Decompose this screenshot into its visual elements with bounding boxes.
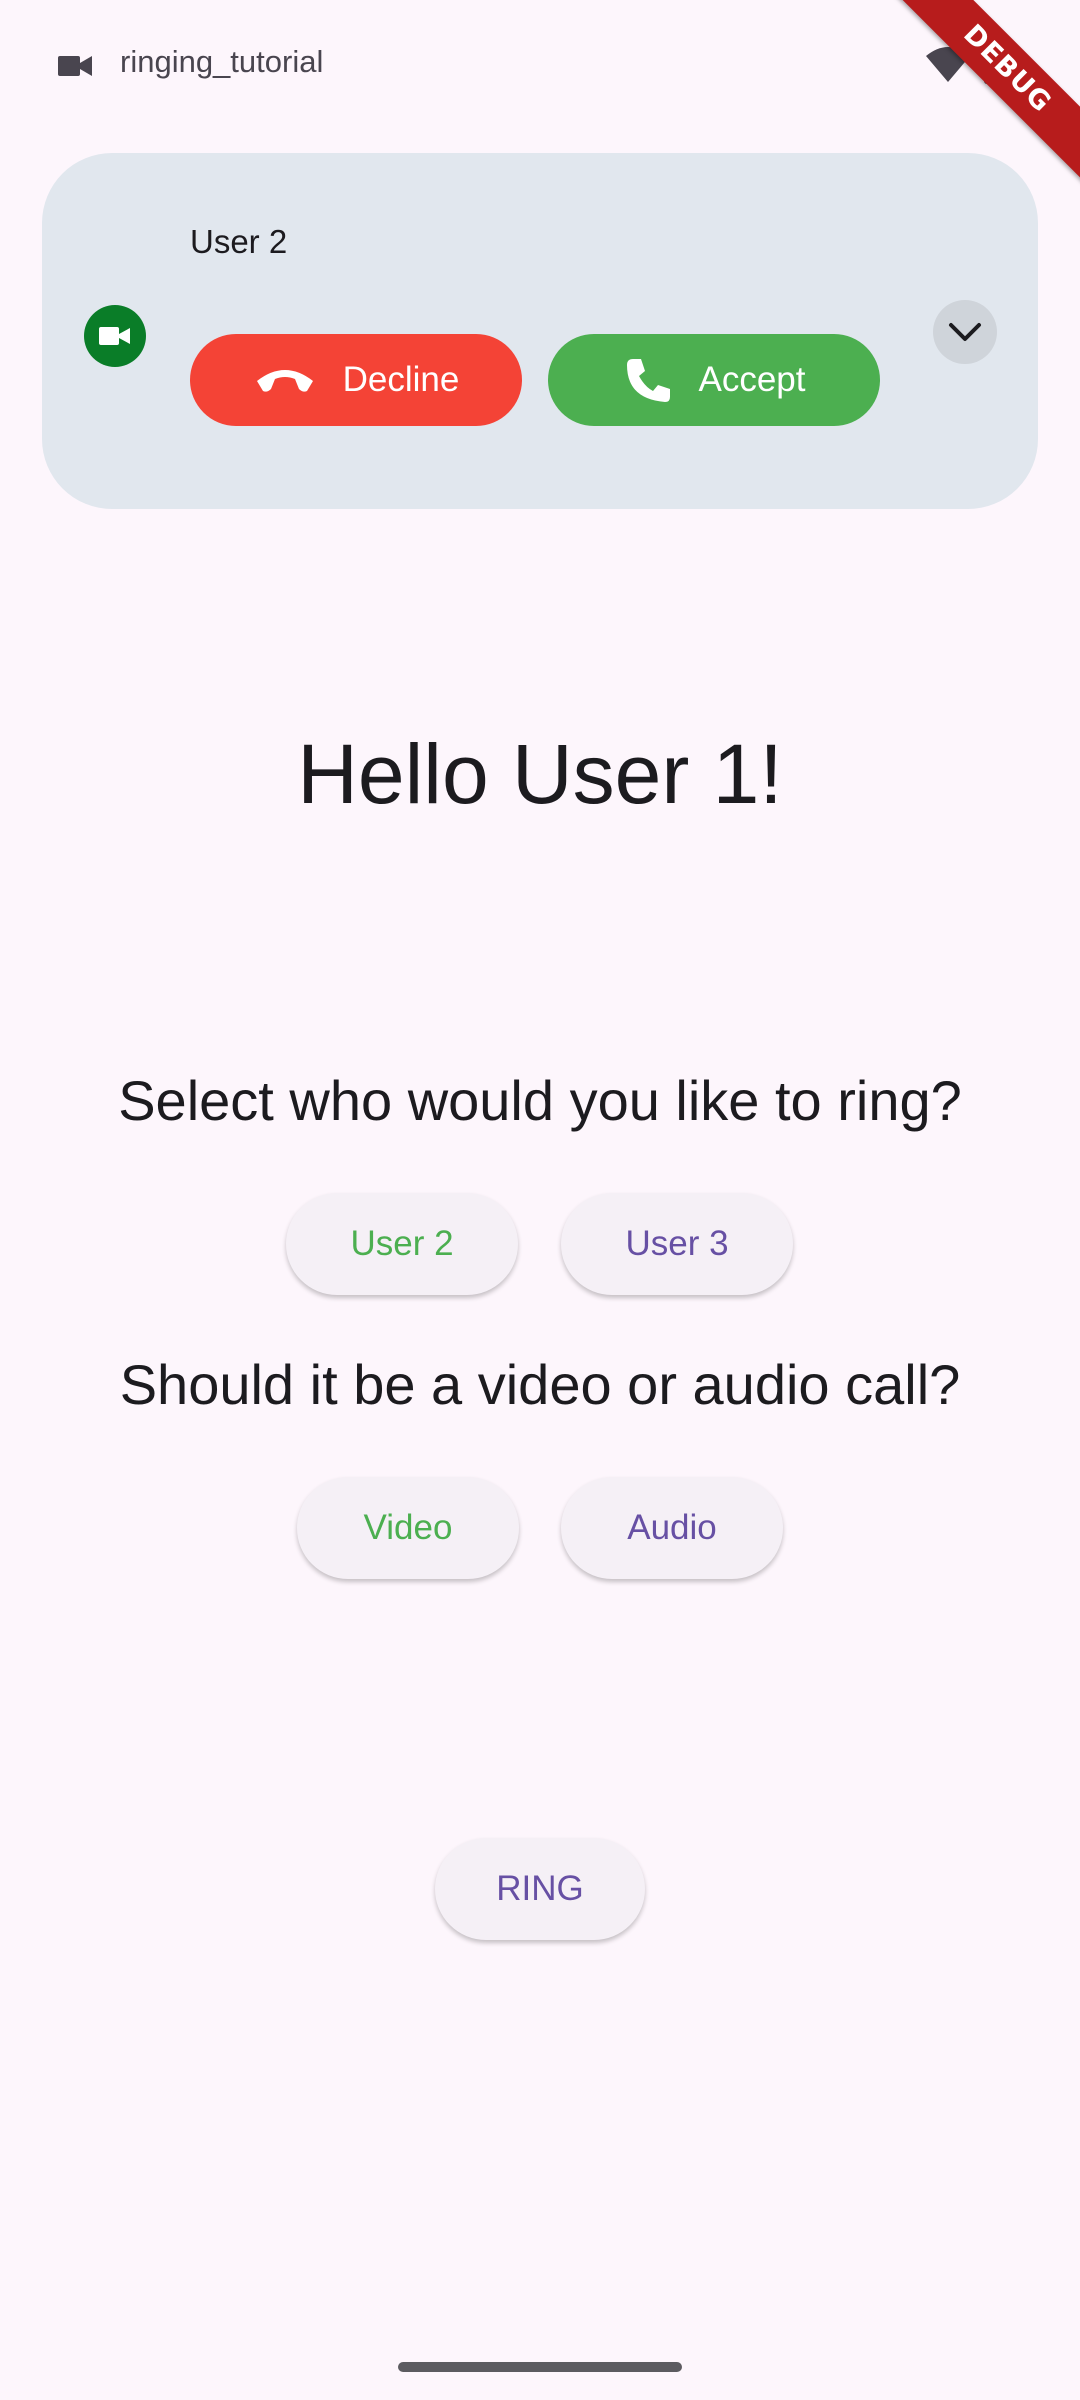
expand-button[interactable] bbox=[933, 300, 997, 364]
user-2-button[interactable]: User 2 bbox=[286, 1193, 518, 1295]
decline-button[interactable]: Decline bbox=[190, 334, 522, 426]
user-3-button[interactable]: User 3 bbox=[561, 1193, 793, 1295]
decline-label: Decline bbox=[342, 360, 460, 399]
incoming-call-notification[interactable]: User 2 Decline Accept bbox=[42, 153, 1038, 509]
video-button[interactable]: Video bbox=[297, 1477, 519, 1579]
status-app-name: ringing_tutorial bbox=[120, 44, 324, 79]
ring-question: Select who would you like to ring? bbox=[118, 1069, 962, 1132]
audio-button[interactable]: Audio bbox=[561, 1477, 783, 1579]
status-bar: ringing_tutorial bbox=[0, 0, 1080, 130]
videocam-icon bbox=[84, 305, 146, 367]
ring-button[interactable]: RING bbox=[435, 1838, 645, 1940]
accept-label: Accept bbox=[698, 360, 806, 399]
call-end-icon bbox=[256, 370, 313, 392]
phone-icon bbox=[626, 359, 670, 402]
greeting-title: Hello User 1! bbox=[297, 727, 783, 821]
accept-button[interactable]: Accept bbox=[548, 334, 880, 426]
call-type-question: Should it be a video or audio call? bbox=[119, 1353, 961, 1416]
home-indicator[interactable] bbox=[398, 2362, 682, 2372]
videocam-icon bbox=[58, 56, 92, 76]
caller-name: User 2 bbox=[190, 223, 288, 260]
chevron-down-icon bbox=[949, 323, 981, 341]
